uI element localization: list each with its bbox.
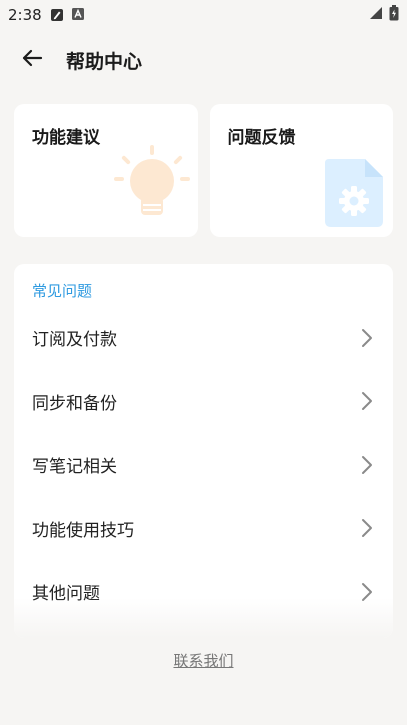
faq-section: 常见问题 订阅及付款 同步和备份 写笔记相关 功能使用技巧 其他问题	[14, 264, 393, 638]
feature-suggestion-card[interactable]: 功能建议	[14, 104, 198, 237]
page-title: 帮助中心	[66, 50, 143, 73]
app-bar: 帮助中心	[0, 38, 407, 82]
status-bar: 2:38	[0, 0, 407, 30]
faq-item-label: 订阅及付款	[32, 330, 117, 351]
faq-item-label: 其他问题	[32, 584, 100, 605]
issue-feedback-card[interactable]: 问题反馈	[209, 104, 393, 237]
faq-item-label: 写笔记相关	[32, 457, 117, 478]
faq-item-other[interactable]: 其他问题	[14, 560, 393, 624]
chevron-right-icon	[361, 455, 375, 475]
document-gear-icon	[325, 159, 383, 231]
faq-item-label: 功能使用技巧	[32, 520, 134, 541]
cellular-signal-icon	[369, 6, 383, 24]
issue-feedback-title: 问题反馈	[227, 128, 296, 148]
faq-item-subscription[interactable]: 订阅及付款	[14, 306, 393, 370]
faq-heading: 常见问题	[32, 282, 93, 300]
arrow-left-icon	[21, 47, 43, 73]
contact-us-wrapper: 联系我们	[0, 650, 407, 671]
chevron-right-icon	[361, 582, 375, 602]
back-button[interactable]	[10, 38, 54, 82]
feature-suggestion-title: 功能建议	[32, 128, 100, 148]
status-time: 2:38	[8, 6, 42, 24]
chevron-right-icon	[361, 518, 375, 538]
faq-item-note-writing[interactable]: 写笔记相关	[14, 433, 393, 497]
contact-us-link[interactable]: 联系我们	[173, 652, 233, 670]
faq-item-sync-backup[interactable]: 同步和备份	[14, 370, 393, 434]
faq-item-label: 同步和备份	[32, 393, 117, 414]
chevron-right-icon	[361, 391, 375, 411]
faq-list: 订阅及付款 同步和备份 写笔记相关 功能使用技巧 其他问题	[14, 306, 393, 624]
a-badge-icon	[71, 8, 86, 22]
quick-action-cards: 功能建议 问题反馈	[14, 104, 393, 237]
faq-item-tips[interactable]: 功能使用技巧	[14, 497, 393, 561]
chevron-right-icon	[361, 328, 375, 348]
edit-note-icon	[50, 8, 64, 22]
lightbulb-icon	[110, 141, 194, 235]
battery-icon	[389, 5, 399, 25]
